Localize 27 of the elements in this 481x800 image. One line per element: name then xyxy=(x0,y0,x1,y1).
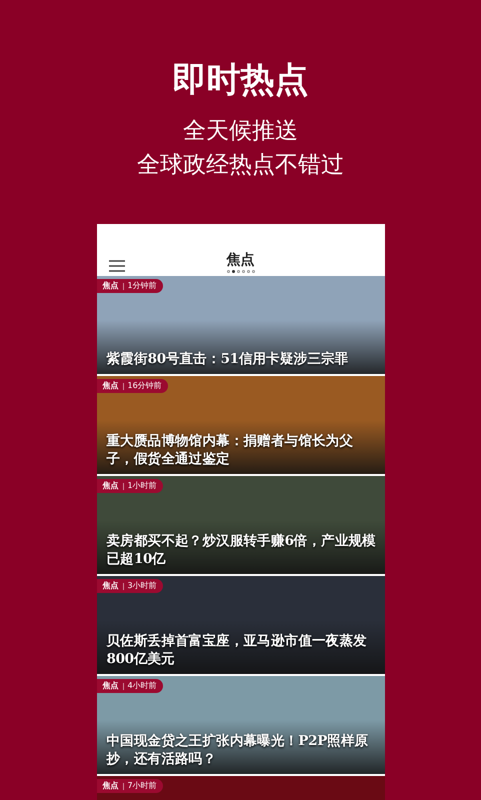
news-card[interactable]: 焦点 16分钟前 重大赝品博物馆内幕：捐赠者与馆长为父子，假货全通过鉴定 xyxy=(96,376,384,474)
news-card[interactable]: 焦点 3小时前 贝佐斯丢掉首富宝座，亚马逊市值一夜蒸发800亿美元 xyxy=(96,576,384,674)
time-label: 7小时前 xyxy=(128,780,157,792)
news-card[interactable]: 焦点 1分钟前 紫霞街80号直击：51信用卡疑涉三宗罪 xyxy=(96,276,384,374)
news-title: 贝佐斯丢掉首富宝座，亚马逊市值一夜蒸发800亿美元 xyxy=(106,632,368,668)
category-label: 焦点 xyxy=(102,680,118,692)
time-label: 16分钟前 xyxy=(128,380,162,392)
news-card[interactable]: 焦点 1小时前 卖房都买不起？炒汉服转手赚6倍，产业规模已超10亿 xyxy=(96,476,384,574)
time-label: 4小时前 xyxy=(128,680,157,692)
time-label: 1分钟前 xyxy=(128,280,157,292)
news-title: 紫霞街80号直击：51信用卡疑涉三宗罪 xyxy=(106,350,350,368)
category-label: 焦点 xyxy=(102,380,118,392)
news-title: 中国现金贷之王扩张内幕曝光！P2P照样原抄，还有活路吗？ xyxy=(106,732,370,768)
tagline: 全天候推送 xyxy=(183,117,298,146)
news-title: 重大赝品博物馆内幕：捐赠者与馆长为父子，假货全通过鉴定 xyxy=(106,432,354,468)
tagline: 全球政经热点不错过 xyxy=(137,151,344,180)
news-card[interactable]: 焦点 4小时前 中国现金贷之王扩张内幕曝光！P2P照样原抄，还有活路吗？ xyxy=(96,676,384,774)
news-title: 卖房都买不起？炒汉服转手赚6倍，产业规模已超10亿 xyxy=(106,532,376,568)
app-title: 焦点 xyxy=(226,251,254,269)
category-label: 焦点 xyxy=(102,480,118,492)
time-label: 3小时前 xyxy=(128,580,157,592)
time-label: 1小时前 xyxy=(128,480,157,492)
category-label: 焦点 xyxy=(102,580,118,592)
headline: 即时热点 xyxy=(172,60,308,100)
news-card[interactable]: 焦点 7小时前 xyxy=(96,776,384,800)
category-label: 焦点 xyxy=(102,780,118,792)
category-label: 焦点 xyxy=(102,280,118,292)
